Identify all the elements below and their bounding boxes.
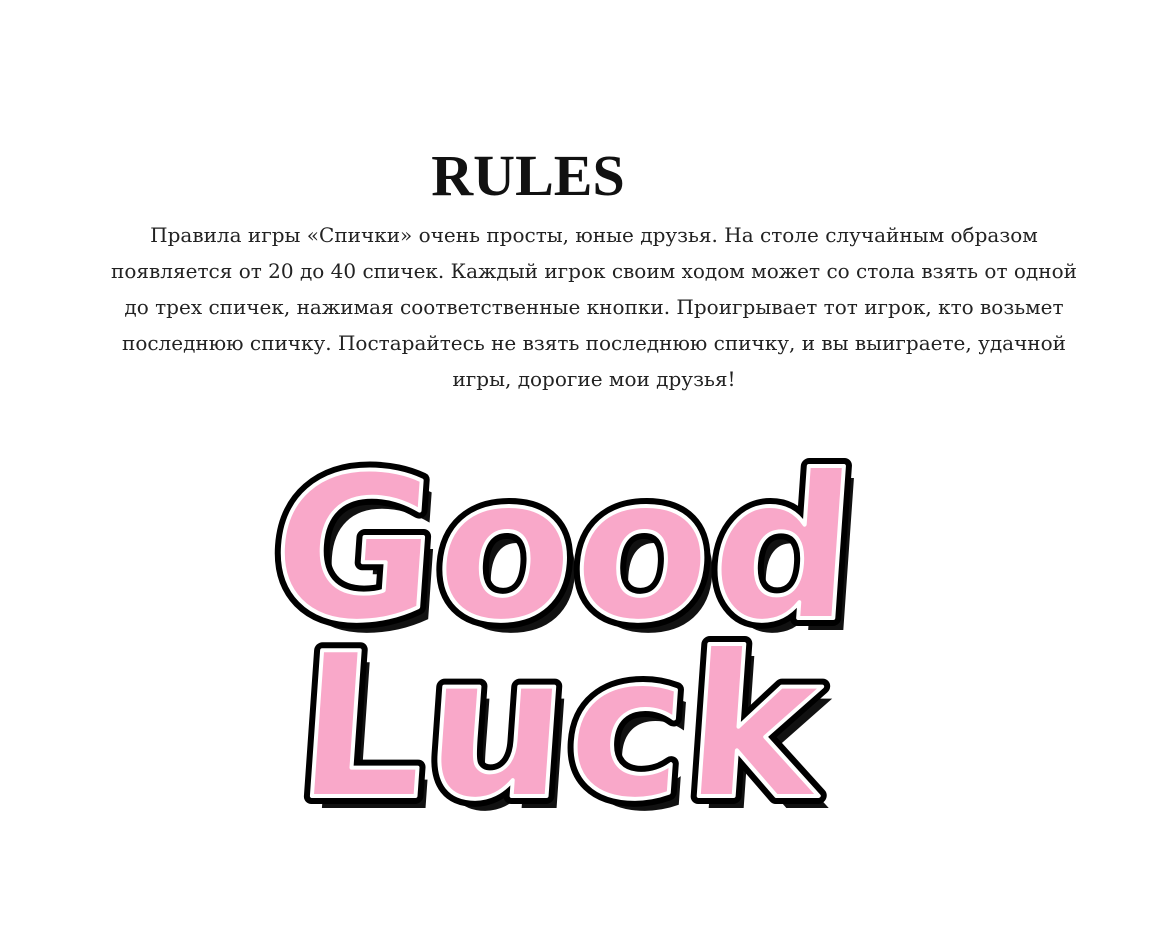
sticker-keyline-luck: Luck: [290, 611, 831, 828]
page-title: RULES: [431, 143, 625, 208]
good-luck-sticker: Good Luck Good Luck Good Luck: [258, 418, 858, 828]
rules-description: Правила игры «Спички» очень просты, юные…: [111, 223, 1077, 391]
